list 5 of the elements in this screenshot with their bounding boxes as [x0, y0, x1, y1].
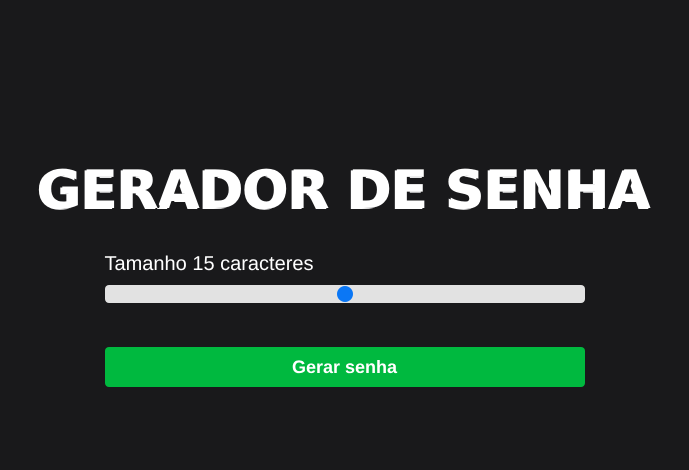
length-slider[interactable] — [104, 285, 584, 303]
length-label: Tamanho 15 caracteres — [104, 252, 315, 276]
generate-button[interactable]: Gerar senha — [104, 347, 584, 387]
slider-thumb[interactable] — [336, 286, 352, 302]
page-title: GERADOR DE SENHA — [38, 160, 651, 222]
